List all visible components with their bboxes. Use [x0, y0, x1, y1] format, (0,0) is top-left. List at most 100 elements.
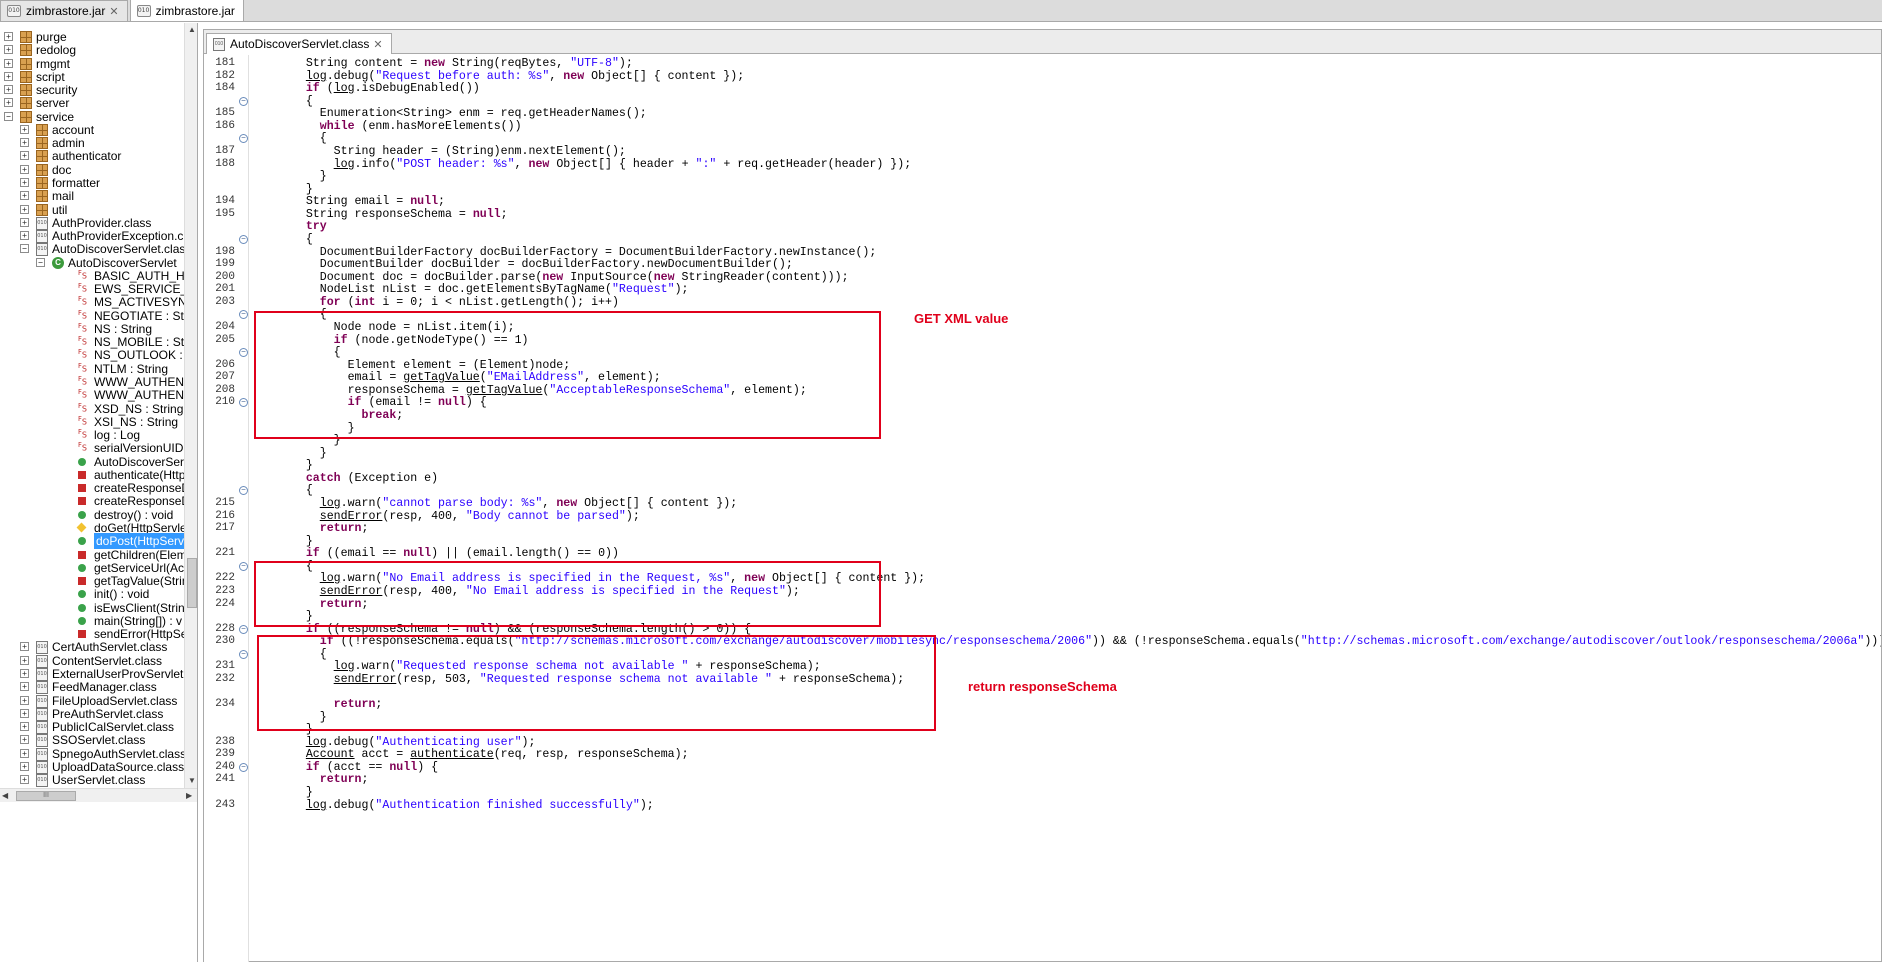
public-method-icon [78, 511, 86, 519]
public-method-icon [78, 564, 86, 572]
public-method-icon [78, 590, 86, 598]
public-method-icon [78, 617, 86, 625]
static-final-field-icon: FS [78, 295, 87, 307]
expand-icon[interactable]: + [20, 749, 29, 758]
tree-horizontal-scrollbar[interactable]: ◀ III ▶ [0, 788, 197, 803]
tab-autodiscoverservlet-class[interactable]: 010 AutoDiscoverServlet.class ✕ [206, 33, 392, 54]
fold-collapse-icon[interactable]: − [239, 310, 248, 319]
fold-collapse-icon[interactable]: − [239, 134, 248, 143]
protected-method-icon [76, 522, 87, 533]
tree-item-label: UserServlet.class [52, 773, 146, 787]
code-editor: 010 AutoDiscoverServlet.class ✕ 181 Stri… [203, 29, 1882, 962]
private-method-icon [78, 471, 86, 479]
package-icon [20, 44, 32, 56]
fold-collapse-icon[interactable]: − [239, 348, 248, 357]
tab-zimbrastore-jar-2[interactable]: 010 zimbrastore.jar [129, 0, 244, 21]
expand-icon[interactable]: + [20, 151, 29, 160]
private-method-icon [78, 630, 86, 638]
private-method-icon [78, 577, 86, 585]
scroll-thumb[interactable] [187, 558, 197, 608]
expand-icon[interactable]: + [20, 218, 29, 227]
expand-icon[interactable]: + [20, 682, 29, 691]
fold-collapse-icon[interactable]: − [239, 97, 248, 106]
expand-icon[interactable]: + [4, 98, 13, 107]
jar-file-icon: 010 [7, 5, 21, 17]
private-method-icon [78, 551, 86, 559]
expand-icon[interactable]: + [20, 138, 29, 147]
scroll-left-icon[interactable]: ◀ [2, 789, 8, 803]
expand-icon[interactable]: + [20, 775, 29, 784]
expand-icon[interactable]: + [4, 32, 13, 41]
collapse-icon[interactable]: − [20, 244, 29, 253]
expand-icon[interactable]: + [20, 762, 29, 771]
editor-tab-label: AutoDiscoverServlet.class [230, 37, 370, 51]
expand-icon[interactable]: + [20, 722, 29, 731]
get-xml-annotation: GET XML value [914, 311, 1009, 326]
code-token: log [305, 799, 327, 812]
expand-icon[interactable]: + [20, 696, 29, 705]
static-final-field-icon: FS [78, 388, 87, 400]
tree-item[interactable]: +010 UserServlet.class [0, 772, 184, 788]
code-token: ); [639, 799, 654, 812]
expand-icon[interactable]: + [20, 669, 29, 678]
expand-icon[interactable]: + [4, 85, 13, 94]
collapse-icon[interactable]: − [4, 112, 13, 121]
expand-icon[interactable]: + [20, 735, 29, 744]
expand-icon[interactable]: + [20, 191, 29, 200]
expand-icon[interactable]: + [20, 165, 29, 174]
code-text: log.debug("Authentication finished succe… [278, 798, 654, 813]
expand-icon[interactable]: + [20, 709, 29, 718]
return-schema-annotation: return responseSchema [968, 679, 1117, 694]
static-final-field-icon: FS [78, 441, 87, 453]
fold-collapse-icon[interactable]: − [239, 763, 248, 772]
public-method-icon [78, 537, 86, 545]
expand-icon[interactable]: + [4, 72, 13, 81]
collapse-icon[interactable]: − [36, 258, 45, 267]
package-icon [20, 97, 32, 109]
expand-icon[interactable]: + [20, 656, 29, 665]
fold-collapse-icon[interactable]: − [239, 235, 248, 244]
top-tab-strip: 010 zimbrastore.jar ✕ 010 zimbrastore.ja… [0, 0, 1882, 22]
fold-collapse-icon[interactable]: − [239, 625, 248, 634]
scroll-thumb[interactable]: III [16, 791, 76, 801]
code-token: .debug( [326, 799, 376, 812]
fold-collapse-icon[interactable]: − [239, 486, 248, 495]
fold-collapse-icon[interactable]: − [239, 650, 248, 659]
expand-icon[interactable]: + [20, 231, 29, 240]
email-check-highlight-box [254, 561, 881, 627]
tree-vertical-scrollbar[interactable]: ▲ ▼ [184, 23, 197, 788]
get-xml-highlight-box [254, 311, 881, 439]
package-tree[interactable]: + purge + redolog + rmgmt + script + security + ser… [0, 23, 198, 962]
code-area[interactable]: 181 String content = new String(reqBytes… [204, 55, 1881, 962]
expand-icon[interactable]: + [20, 125, 29, 134]
static-final-field-icon: FS [78, 348, 87, 360]
fold-collapse-icon[interactable]: − [239, 562, 248, 571]
expand-icon[interactable]: + [20, 205, 29, 214]
line-number: 243 [215, 799, 235, 811]
jar-file-icon: 010 [136, 4, 151, 17]
scroll-up-icon[interactable]: ▲ [185, 23, 197, 37]
close-icon[interactable]: ✕ [373, 38, 382, 51]
public-method-icon [78, 458, 86, 466]
package-icon [36, 190, 48, 202]
close-icon[interactable]: ✕ [109, 5, 118, 18]
fold-collapse-icon[interactable]: − [239, 398, 248, 407]
package-icon [36, 150, 48, 162]
editor-tab-strip: 010 AutoDiscoverServlet.class ✕ [204, 30, 1881, 54]
scroll-right-icon[interactable]: ▶ [186, 789, 192, 803]
response-schema-highlight-box [257, 635, 936, 731]
expand-icon[interactable]: + [4, 59, 13, 68]
tab-zimbrastore-jar-1[interactable]: 010 zimbrastore.jar ✕ [0, 0, 128, 21]
expand-icon[interactable]: + [20, 178, 29, 187]
code-line: 243 log.debug("Authentication finished s… [204, 798, 1881, 813]
expand-icon[interactable]: + [20, 642, 29, 651]
private-method-icon [78, 484, 86, 492]
class-file-icon: 010 [36, 774, 48, 787]
expand-icon[interactable]: + [4, 45, 13, 54]
scroll-down-icon[interactable]: ▼ [185, 774, 197, 788]
public-method-icon [78, 604, 86, 612]
tab-label: zimbrastore.jar [26, 4, 106, 18]
code-token: "Authentication finished successfully" [375, 799, 640, 812]
class-file-icon: 010 [213, 37, 225, 51]
